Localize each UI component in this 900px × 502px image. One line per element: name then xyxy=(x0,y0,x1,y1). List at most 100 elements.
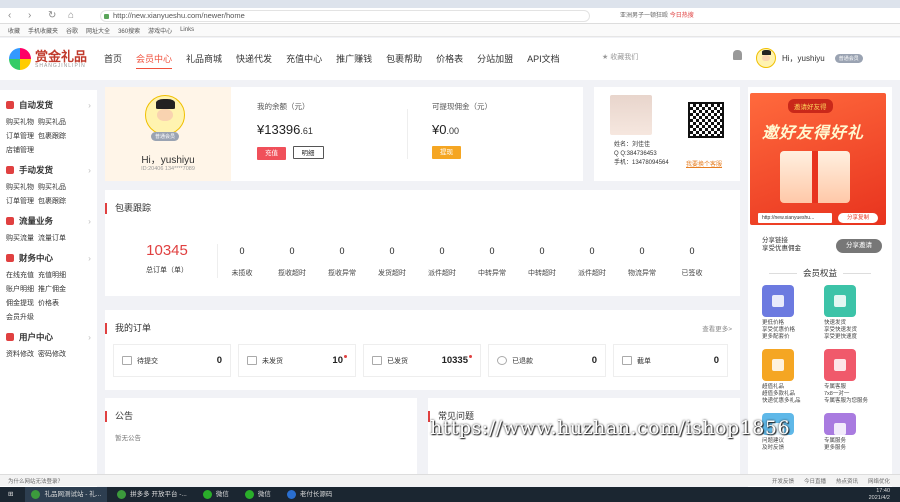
sidebar-group-header[interactable]: 财务中心 › xyxy=(6,251,97,265)
commission-cents: .00 xyxy=(446,126,459,136)
bookmark-item[interactable]: 手机收藏夹 xyxy=(28,26,58,35)
menu-recharge[interactable]: 充值中心 xyxy=(286,52,322,69)
browser-search-box[interactable]: 亚洲男子一顿狂殴 今日热搜 xyxy=(620,10,715,22)
sidebar-item[interactable]: 购买礼物 xyxy=(6,117,38,127)
stat-item[interactable]: 0 中转超时 xyxy=(517,246,567,278)
sidebar-item[interactable]: 包裹跟踪 xyxy=(38,131,78,141)
bookmark-item[interactable]: 网址大全 xyxy=(86,26,110,35)
status-item[interactable]: 开发反馈 xyxy=(772,477,794,485)
bookmark-item[interactable]: 收藏 xyxy=(8,26,20,35)
sidebar: 自动发货 › 购买礼物 购买礼品 订单管理 包裹跟踪 店铺管理 手动发货 › 购买礼… xyxy=(0,90,97,487)
sidebar-item[interactable]: 店铺管理 xyxy=(6,145,38,155)
bookmark-us-link[interactable]: ★ 收藏我们 xyxy=(602,52,638,62)
stat-item[interactable]: 0 中转异常 xyxy=(467,246,517,278)
sidebar-group-header[interactable]: 用户中心 › xyxy=(6,330,97,344)
url-field[interactable]: http://new.xianyueshu.com/newer/home xyxy=(100,10,590,22)
sidebar-item[interactable]: 订单管理 xyxy=(6,131,38,141)
order-box-pending[interactable]: 待提交 0 xyxy=(113,344,231,377)
view-more-link[interactable]: 查看更多> xyxy=(702,323,732,333)
order-box-unshipped[interactable]: 未发货 10 xyxy=(238,344,356,377)
taskbar-app[interactable]: 礼品网测试站 - 礼... xyxy=(25,487,108,502)
menu-express[interactable]: 快递代发 xyxy=(236,52,272,69)
taskbar-app[interactable]: 微信 xyxy=(239,487,277,502)
status-item[interactable]: 网络优化 xyxy=(868,477,890,485)
sidebar-item[interactable]: 充值明细 xyxy=(38,270,78,280)
vip-item: 专属服务 更多服务 xyxy=(824,413,886,452)
sidebar-item[interactable]: 密码修改 xyxy=(38,349,78,359)
menu-promote[interactable]: 推广赚钱 xyxy=(336,52,372,69)
copy-share-button[interactable]: 分享复制 xyxy=(838,213,878,223)
stat-item[interactable]: 0 发货超时 xyxy=(367,246,417,278)
headset-icon xyxy=(824,349,856,381)
sidebar-item[interactable]: 流量订单 xyxy=(38,233,78,243)
main-menu: 首页 会员中心 礼品商城 快递代发 充值中心 推广赚钱 包裹帮助 价格表 分站加… xyxy=(104,52,574,69)
home-icon[interactable]: ⌂ xyxy=(68,10,80,21)
order-box-cutoff[interactable]: 截单 0 xyxy=(613,344,728,377)
total-orders[interactable]: 10345 总订单（单） xyxy=(135,242,199,275)
order-box-shipped[interactable]: 已发货 10335 xyxy=(363,344,481,377)
order-box-refunded[interactable]: 已退款 0 xyxy=(488,344,606,377)
back-icon[interactable]: ‹ xyxy=(8,10,20,21)
invite-banner[interactable]: 邀请好友得 邀好友得好礼 http://new.xianyueshu... 分享… xyxy=(750,93,886,225)
sidebar-item[interactable]: 佣金提现 xyxy=(6,298,38,308)
menu-franchise[interactable]: 分站加盟 xyxy=(477,52,513,69)
sidebar-item[interactable]: 推广佣金 xyxy=(38,284,78,294)
card-title: 包裹跟踪 xyxy=(105,203,151,214)
stat-item[interactable]: 0 派件超时 xyxy=(417,246,467,278)
status-item[interactable]: 热点资讯 xyxy=(836,477,858,485)
change-service-link[interactable]: 我要换个客服 xyxy=(686,159,722,168)
browser-tab-strip[interactable] xyxy=(0,0,900,8)
sidebar-group-header[interactable]: 自动发货 › xyxy=(6,98,97,112)
sidebar-item[interactable]: 会员升级 xyxy=(6,312,38,322)
withdraw-button[interactable]: 提现 xyxy=(432,146,461,159)
bookmark-item[interactable]: 游戏中心 xyxy=(148,26,172,35)
sidebar-item[interactable]: 购买流量 xyxy=(6,233,38,243)
stat-item[interactable]: 0 揽收超时 xyxy=(267,246,317,278)
sidebar-item[interactable]: 账户明细 xyxy=(6,284,38,294)
stat-item[interactable]: 0 未揽收 xyxy=(217,246,267,278)
user-menu[interactable]: Hi，yushiyu 普通会员 xyxy=(756,48,863,68)
bookmark-item[interactable]: 360搜索 xyxy=(118,26,140,35)
stat-item[interactable]: 0 派件超时 xyxy=(567,246,617,278)
sidebar-item[interactable]: 购买礼物 xyxy=(6,182,38,192)
forward-icon[interactable]: › xyxy=(28,10,40,21)
start-icon[interactable]: ⊞ xyxy=(0,487,21,502)
site-logo[interactable]: 赏金礼品 SHANGJINLIPIN xyxy=(9,48,87,70)
menu-gift-mall[interactable]: 礼品商城 xyxy=(186,52,222,69)
stat-item[interactable]: 0 物流异常 xyxy=(617,246,667,278)
recharge-button[interactable]: 充值 xyxy=(257,147,286,160)
menu-price[interactable]: 价格表 xyxy=(436,52,463,69)
sidebar-item[interactable]: 价格表 xyxy=(38,298,78,308)
sidebar-item[interactable]: 在线充值 xyxy=(6,270,38,280)
bell-icon[interactable] xyxy=(733,50,742,60)
clock[interactable]: 17:40 2021/4/2 xyxy=(869,488,890,501)
truck-icon xyxy=(372,356,382,365)
sidebar-item[interactable]: 包裹跟踪 xyxy=(38,196,78,206)
menu-home[interactable]: 首页 xyxy=(104,52,122,69)
sidebar-item[interactable]: 订单管理 xyxy=(6,196,38,206)
sidebar-item[interactable]: 资料修改 xyxy=(6,349,38,359)
refresh-icon[interactable]: ↻ xyxy=(48,10,60,21)
menu-member-center[interactable]: 会员中心 xyxy=(136,52,173,69)
bookmark-item[interactable]: 谷歌 xyxy=(66,26,78,35)
sidebar-group-header[interactable]: 手动发货 › xyxy=(6,163,97,177)
stat-item[interactable]: 0 揽收异常 xyxy=(317,246,367,278)
status-item[interactable]: 今日直播 xyxy=(804,477,826,485)
taskbar-app[interactable]: 拼多多 开放平台 -... xyxy=(111,487,193,502)
detail-button[interactable]: 明细 xyxy=(292,146,324,159)
sidebar-item[interactable]: 购买礼品 xyxy=(38,182,78,192)
sidebar-group-header[interactable]: 流量业务 › xyxy=(6,214,97,228)
vip-item: 快速发货 享受快速发货 享受更快速度 xyxy=(824,285,886,341)
service-photo xyxy=(610,95,652,135)
taskbar-app[interactable]: 微信 xyxy=(197,487,235,502)
sidebar-item[interactable]: 购买礼品 xyxy=(38,117,78,127)
package-tracking-card: 包裹跟踪 10345 总订单（单） 0 未揽收 0 揽收超时 0 揽收异常 0 发货超时… xyxy=(105,190,740,296)
gift-box-icon xyxy=(780,151,850,203)
bookmark-item[interactable]: Links xyxy=(180,27,194,33)
stat-item[interactable]: 0 已签收 xyxy=(667,246,717,278)
taskbar-app[interactable]: 老付长源码 xyxy=(281,487,339,502)
menu-help[interactable]: 包裹帮助 xyxy=(386,52,422,69)
sidebar-group-auto: 自动发货 › 购买礼物 购买礼品 订单管理 包裹跟踪 店铺管理 xyxy=(0,98,97,155)
invite-button[interactable]: 分享邀请 xyxy=(836,239,882,253)
menu-api[interactable]: API文档 xyxy=(527,52,560,69)
